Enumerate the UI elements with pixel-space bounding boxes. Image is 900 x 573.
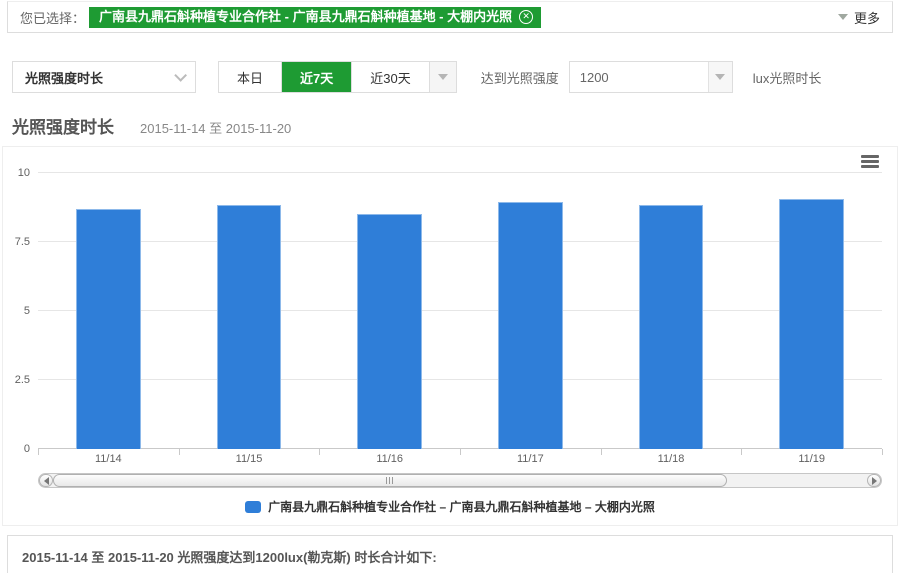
bar[interactable] xyxy=(357,214,422,449)
chart-plot-area: 02.557.510 xyxy=(38,173,882,449)
section-head: 光照强度时长 2015-11-14 至 2015-11-20 xyxy=(12,113,888,138)
selection-tag-text: 广南县九鼎石斛种植专业合作社 - 广南县九鼎石斛种植基地 - 大棚内光照 xyxy=(99,10,512,23)
chevron-down-icon xyxy=(838,14,848,20)
filter-row: 光照强度时长 本日 近7天 近30天 达到光照强度 lux光照时长 xyxy=(12,61,888,93)
metric-select[interactable]: 光照强度时长 xyxy=(12,61,196,93)
bars-layer xyxy=(38,173,882,449)
x-axis-tick xyxy=(460,449,461,455)
y-axis-label: 2.5 xyxy=(15,374,30,386)
category-slot xyxy=(179,173,320,449)
scrollbar-right-arrow[interactable] xyxy=(867,474,881,487)
summary-panel: 2015-11-14 至 2015-11-20 光照强度达到1200lux(勒克… xyxy=(7,535,893,573)
arrow-left-icon xyxy=(44,477,49,485)
threshold-input[interactable] xyxy=(570,62,708,92)
date-range-group: 本日 近7天 近30天 xyxy=(218,61,457,93)
category-slot xyxy=(38,173,179,449)
threshold-label: 达到光照强度 xyxy=(481,68,559,87)
x-axis-label: 11/17 xyxy=(460,453,601,465)
more-toggle[interactable]: 更多 xyxy=(838,8,880,27)
chevron-down-icon xyxy=(174,69,187,82)
range-dropdown-button[interactable] xyxy=(430,62,456,92)
chart-card: 02.557.510 11/1411/1511/1611/1711/1811/1… xyxy=(2,146,898,526)
chart-export-menu-icon[interactable] xyxy=(861,155,879,170)
date-range-text: 2015-11-14 至 2015-11-20 xyxy=(140,118,291,137)
selection-tag: 广南县九鼎石斛种植专业合作社 - 广南县九鼎石斛种植基地 - 大棚内光照 ✕ xyxy=(89,7,541,28)
tag-close-icon[interactable]: ✕ xyxy=(519,10,533,24)
x-axis-label: 11/15 xyxy=(179,453,320,465)
category-slot xyxy=(741,173,882,449)
caret-down-icon xyxy=(715,74,725,80)
bar[interactable] xyxy=(498,202,563,449)
summary-heading: 2015-11-14 至 2015-11-20 光照强度达到1200lux(勒克… xyxy=(22,547,878,566)
caret-down-icon xyxy=(438,74,448,80)
y-axis-label: 5 xyxy=(24,305,30,317)
y-axis-label: 10 xyxy=(18,167,30,179)
chart-scrollbar[interactable] xyxy=(38,473,882,488)
x-axis-tick xyxy=(741,449,742,455)
x-axis-tick xyxy=(38,449,39,455)
category-slot xyxy=(601,173,742,449)
x-axis-label: 11/19 xyxy=(741,453,882,465)
range-button-7days[interactable]: 近7天 xyxy=(282,62,352,92)
threshold-combo xyxy=(569,61,733,93)
scrollbar-left-arrow[interactable] xyxy=(39,474,53,487)
category-slot xyxy=(460,173,601,449)
x-axis-tick xyxy=(601,449,602,455)
bar[interactable] xyxy=(76,209,141,449)
threshold-suffix: lux光照时长 xyxy=(753,68,822,87)
page-title: 光照强度时长 xyxy=(12,113,114,138)
range-button-30days[interactable]: 近30天 xyxy=(352,62,429,92)
category-slot xyxy=(319,173,460,449)
x-axis-label: 11/16 xyxy=(319,453,460,465)
page: 您已选择： 广南县九鼎石斛种植专业合作社 - 广南县九鼎石斛种植基地 - 大棚内… xyxy=(0,1,900,573)
more-label: 更多 xyxy=(854,8,880,27)
x-axis-label: 11/14 xyxy=(38,453,179,465)
x-axis-label: 11/18 xyxy=(601,453,742,465)
threshold-dropdown-button[interactable] xyxy=(708,62,732,92)
metric-select-value: 光照强度时长 xyxy=(25,68,103,87)
bar[interactable] xyxy=(639,205,704,449)
selection-label: 您已选择： xyxy=(20,8,85,27)
x-axis-tick xyxy=(882,449,883,455)
chart-legend[interactable]: 广南县九鼎石斛种植专业合作社 – 广南县九鼎石斛种植基地 – 大棚内光照 xyxy=(3,498,897,515)
arrow-right-icon xyxy=(872,477,877,485)
bar[interactable] xyxy=(217,205,282,449)
selection-bar: 您已选择： 广南县九鼎石斛种植专业合作社 - 广南县九鼎石斛种植基地 - 大棚内… xyxy=(7,1,893,33)
range-button-today[interactable]: 本日 xyxy=(219,62,282,92)
x-axis-tick xyxy=(179,449,180,455)
legend-label: 广南县九鼎石斛种植专业合作社 – 广南县九鼎石斛种植基地 – 大棚内光照 xyxy=(268,498,655,515)
y-axis-label: 0 xyxy=(24,443,30,455)
x-axis-tick xyxy=(319,449,320,455)
legend-swatch-icon xyxy=(245,501,261,513)
y-axis-label: 7.5 xyxy=(15,236,30,248)
scrollbar-thumb[interactable] xyxy=(53,474,727,487)
bar[interactable] xyxy=(779,199,844,449)
